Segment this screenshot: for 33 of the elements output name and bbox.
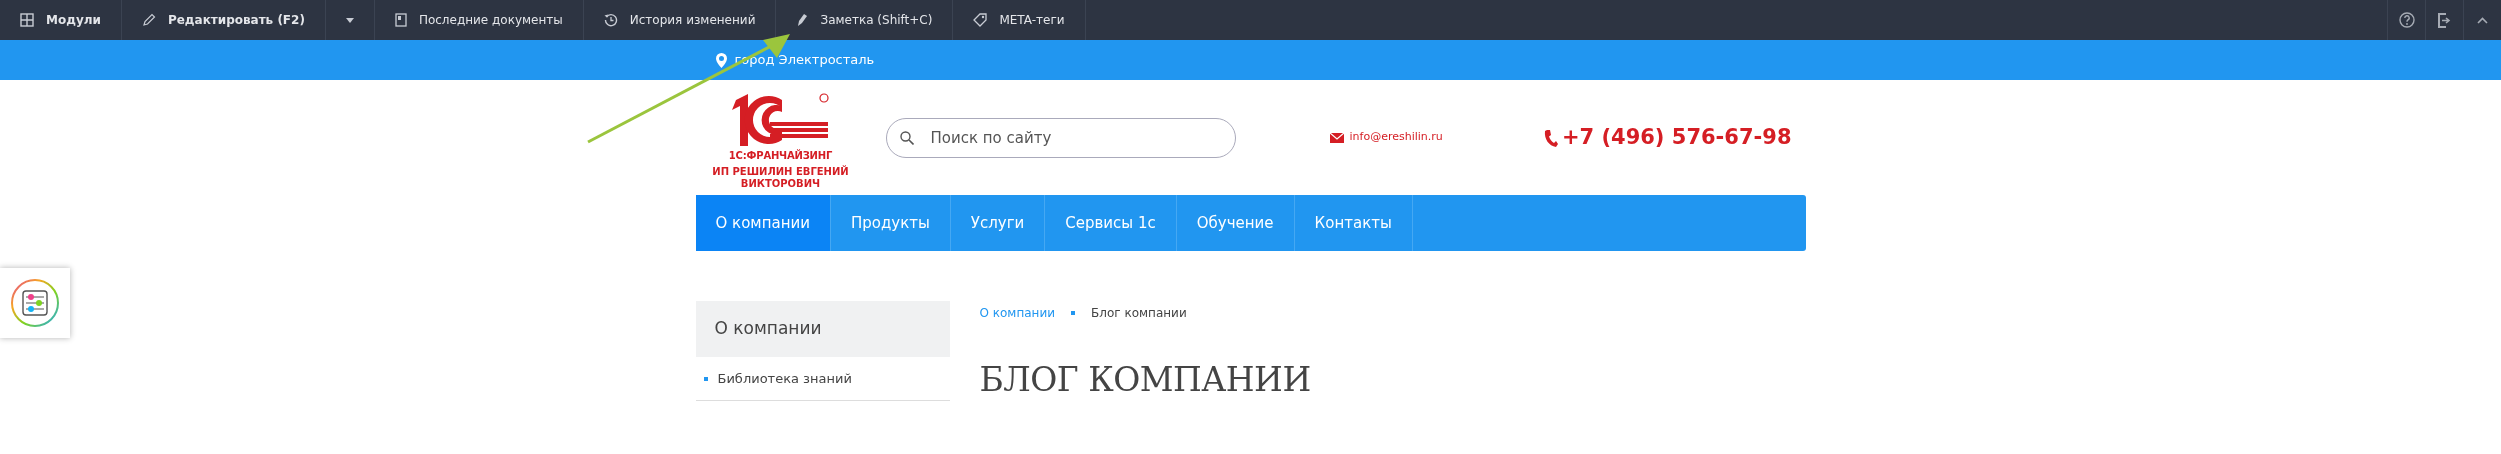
menu-item[interactable]: Контакты	[1294, 195, 1413, 251]
mail-icon	[1329, 132, 1344, 143]
brand-name: 1С:ФРАНЧАЙЗИНГ	[728, 148, 833, 163]
bullet-icon	[703, 376, 708, 381]
document-icon	[394, 13, 407, 27]
phone-icon	[1543, 128, 1558, 147]
menu-item[interactable]: Сервисы 1с	[1045, 195, 1177, 251]
menu-item[interactable]: О компании	[695, 195, 831, 251]
tag-icon	[973, 13, 988, 27]
company-name: ИП РЕШИЛИН ЕВГЕНИЙ ВИКТОРОВИЧ	[711, 166, 850, 189]
menu-item[interactable]: Услуги	[950, 195, 1046, 251]
location-pin-icon	[715, 52, 727, 68]
breadcrumb-link[interactable]: О компании	[979, 304, 1056, 322]
separator-icon	[1071, 311, 1076, 315]
phone-number[interactable]: +7 (496) 576-67-98	[1561, 121, 1792, 154]
chevron-up-icon	[2477, 16, 2488, 24]
menu-item[interactable]: Продукты	[830, 195, 951, 251]
pen-icon	[796, 13, 809, 27]
sidebar-link[interactable]: Библиотека знаний	[717, 368, 852, 389]
pencil-icon	[141, 13, 156, 27]
breadcrumb-current: Блог компании	[1091, 305, 1187, 322]
help-icon	[2398, 12, 2415, 28]
sidebar-title: О компании	[695, 301, 950, 357]
search-field[interactable]: Поиск по сайту	[885, 117, 1236, 158]
accessibility-widget[interactable]	[0, 268, 70, 338]
history-icon	[603, 13, 618, 27]
menu-item[interactable]: Обучение	[1176, 195, 1295, 251]
email-link[interactable]: info@ereshilin.ru	[1349, 129, 1443, 146]
exit-icon	[2438, 12, 2451, 28]
settings-sliders-icon	[10, 278, 60, 328]
page-title: БЛОГ КОМПАНИИ	[979, 359, 1311, 401]
grid-icon	[20, 13, 34, 27]
caret-icon	[345, 17, 354, 23]
